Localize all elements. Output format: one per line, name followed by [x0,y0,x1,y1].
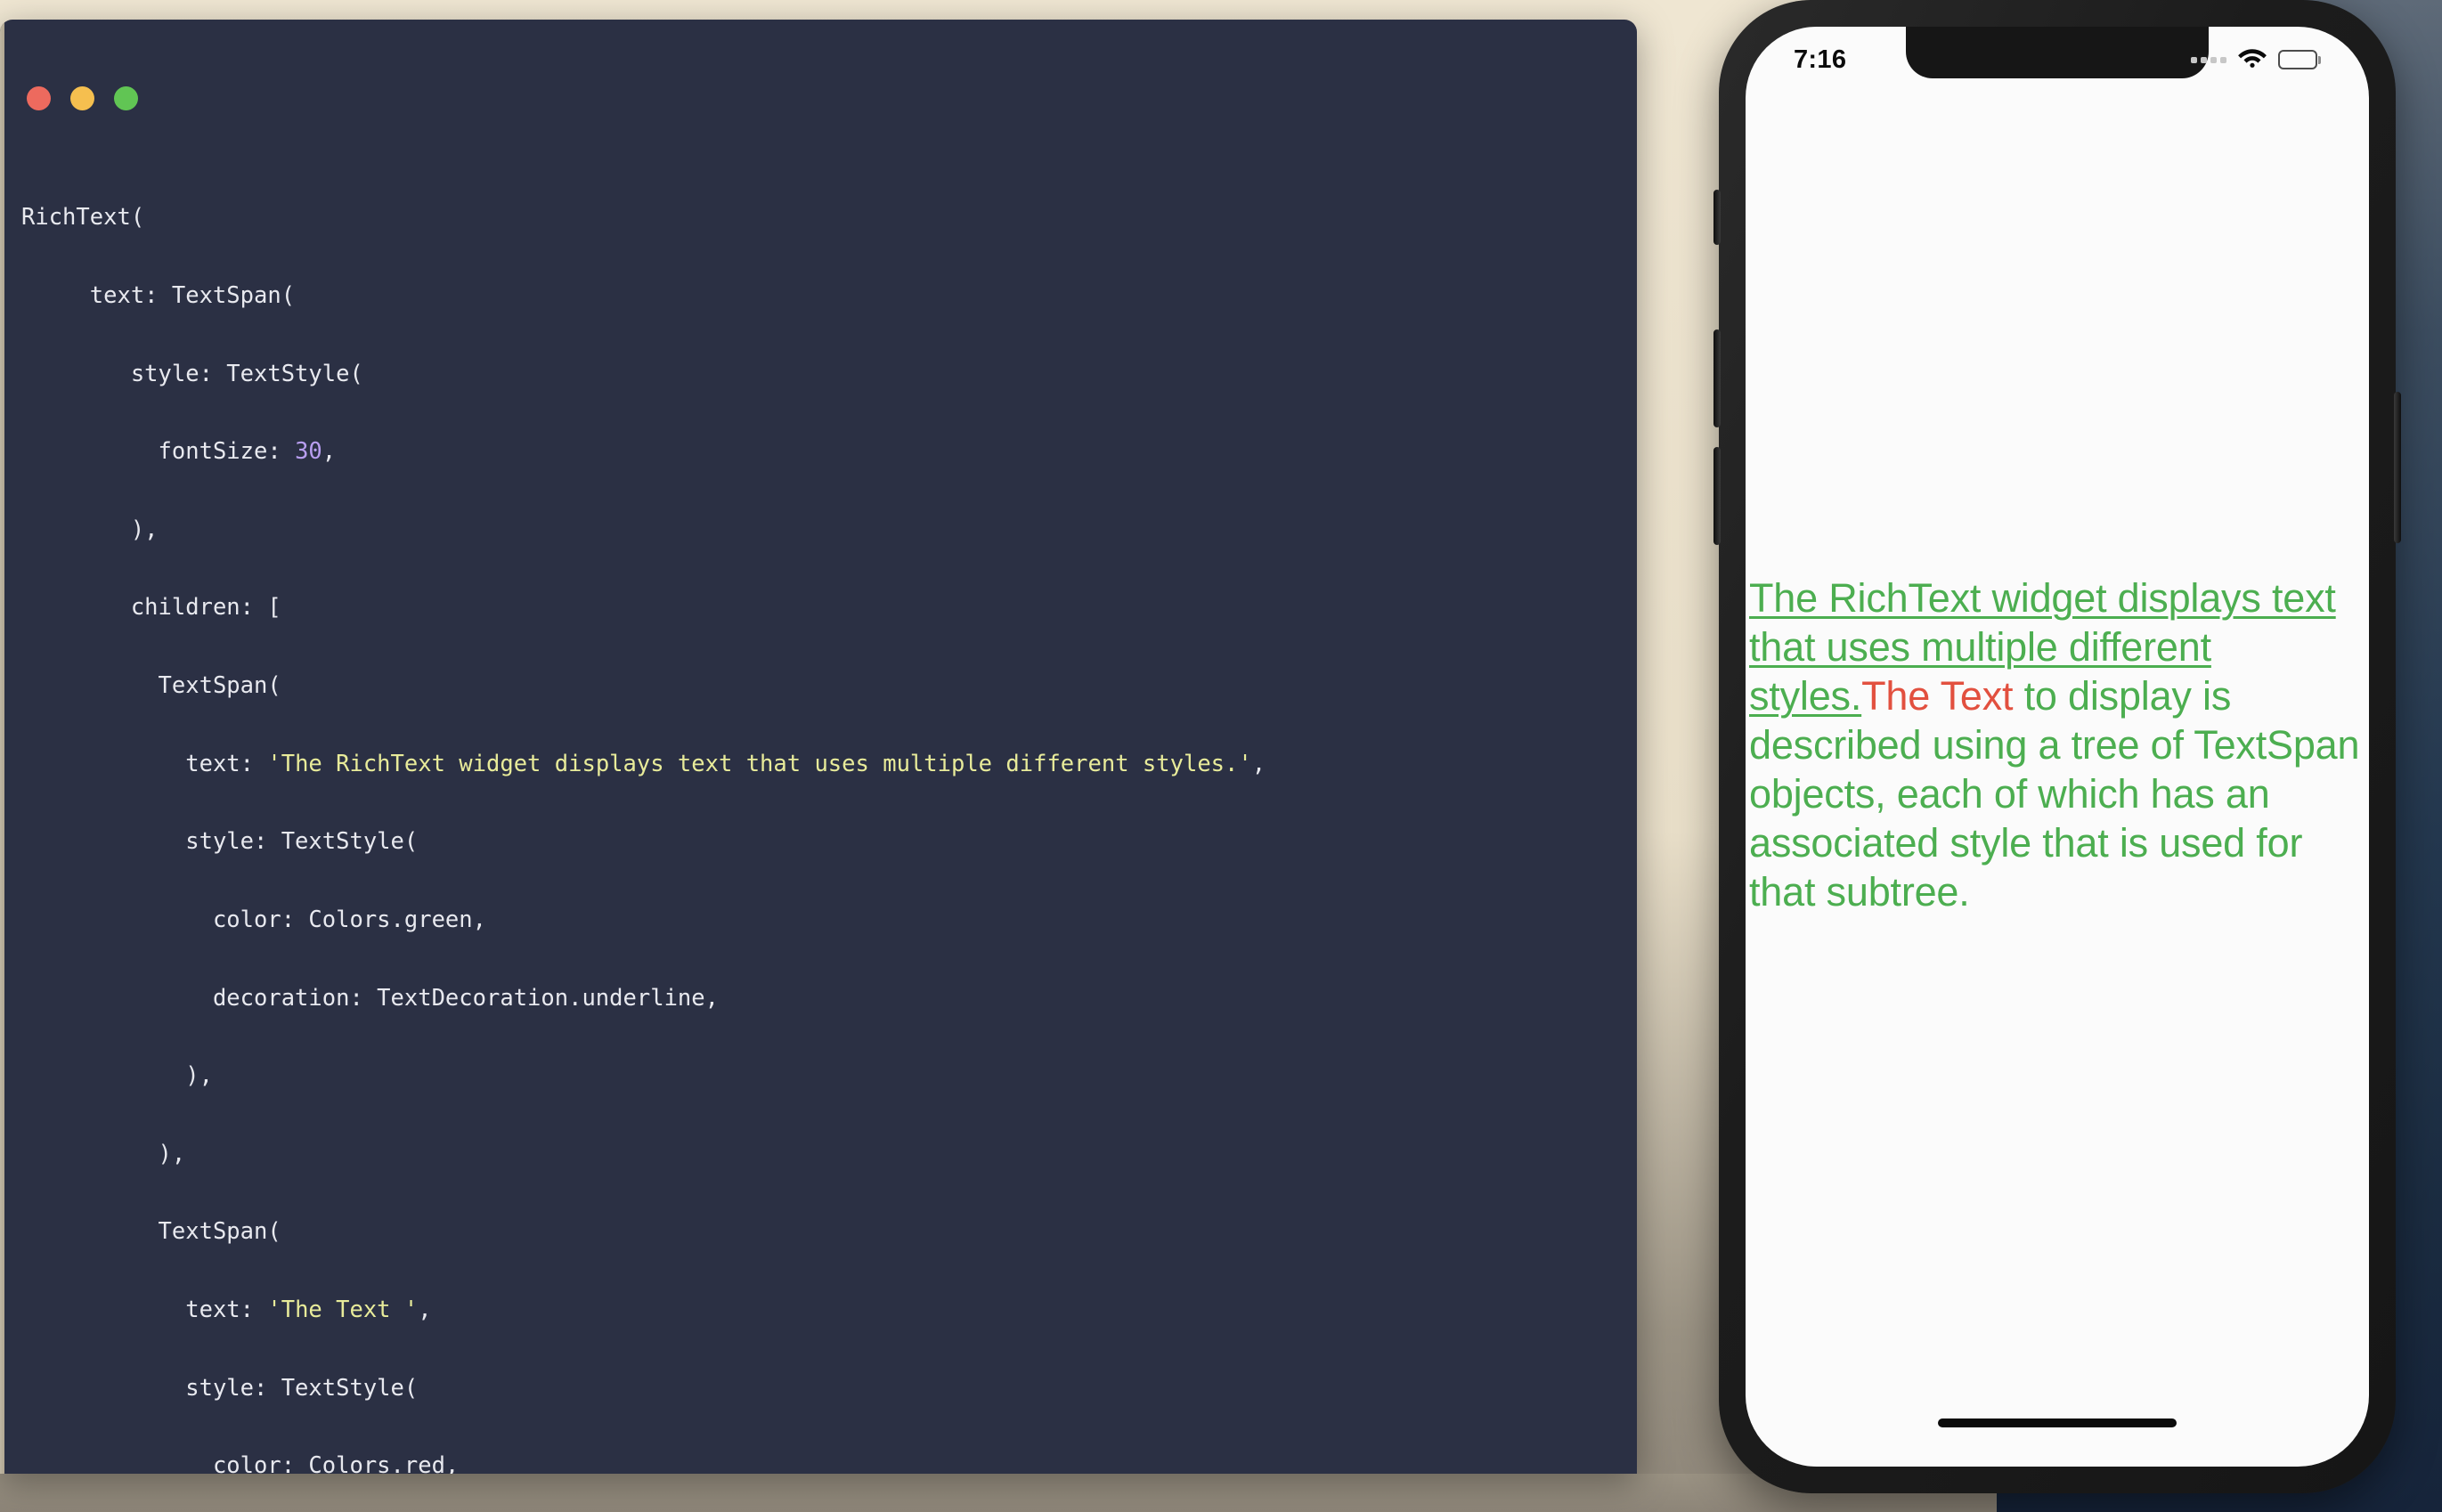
phone-simulator: 7:16 The RichText widget displays text t… [1713,0,2401,1493]
code-token: RichText( [21,204,145,232]
close-button[interactable] [27,86,51,110]
code-line: style: TextStyle( [21,829,1637,855]
desktop-surface-bar [0,1474,1997,1512]
code-token: children: [ [21,594,281,622]
code-line: text: TextSpan( [21,282,1637,310]
code-token: ), [21,1140,186,1167]
code-line: color: Colors.red, [21,1453,1637,1474]
code-token: color: Colors.green, [21,906,486,933]
code-line: text: 'The RichText widget displays text… [21,750,1266,777]
home-indicator[interactable] [1938,1419,2177,1427]
code-token: style: TextStyle( [21,1374,419,1402]
zoom-button[interactable] [114,86,138,110]
code-line: RichText( [21,205,1637,231]
minimize-button[interactable] [70,86,94,110]
code-line: decoration: TextDecoration.underline, [21,984,1637,1012]
signal-dots-icon [2190,56,2226,63]
code-token: ), [21,516,159,543]
code-line: ), [21,516,1637,543]
silent-switch-button[interactable] [1713,190,1721,245]
code-token: style: TextStyle( [21,828,419,856]
code-token: decoration: TextDecoration.underline, [21,984,719,1012]
status-icons [2190,45,2321,75]
rich-text-span-red: The Text [1861,673,2024,719]
code-line: style: TextStyle( [21,1374,1637,1402]
phone-screen: 7:16 The RichText widget displays text t… [1746,27,2369,1467]
wifi-icon [2237,45,2267,75]
rich-text-widget: The RichText widget displays text that u… [1749,573,2369,916]
power-button[interactable] [2394,392,2401,543]
code-line: TextSpan( [21,672,1637,700]
window-traffic-lights [27,86,138,110]
code-token: ), [21,1062,213,1090]
code-token: text: TextSpan( [21,282,296,310]
code-editor-window: RichText( text: TextSpan( style: TextSty… [0,20,1637,1474]
code-token: TextSpan( [21,672,281,700]
volume-down-button[interactable] [1713,447,1721,545]
code-token: style: TextStyle( [21,360,363,387]
code-line: ), [21,1140,1637,1167]
status-bar: 7:16 [1746,27,2369,93]
code-number-token: 30 [295,438,322,466]
code-line: TextSpan( [21,1219,1637,1245]
code-line: style: TextStyle( [21,360,1637,387]
code-line: text: 'The Text ', [21,1296,432,1323]
code-line: ), [21,1063,1637,1089]
code-line: color: Colors.green, [21,906,1637,933]
status-time: 7:16 [1794,45,1847,74]
code-content[interactable]: RichText( text: TextSpan( style: TextSty… [0,153,1637,1474]
code-token: TextSpan( [21,1218,281,1246]
code-string-token: 'The Text ' [267,1296,419,1323]
code-line: fontSize: 30, [21,438,337,466]
code-token: color: Colors.red, [21,1452,460,1474]
code-string-token: 'The RichText widget displays text that … [267,750,1252,777]
code-line: children: [ [21,595,1637,621]
volume-up-button[interactable] [1713,329,1721,427]
battery-full-icon [2277,50,2321,69]
